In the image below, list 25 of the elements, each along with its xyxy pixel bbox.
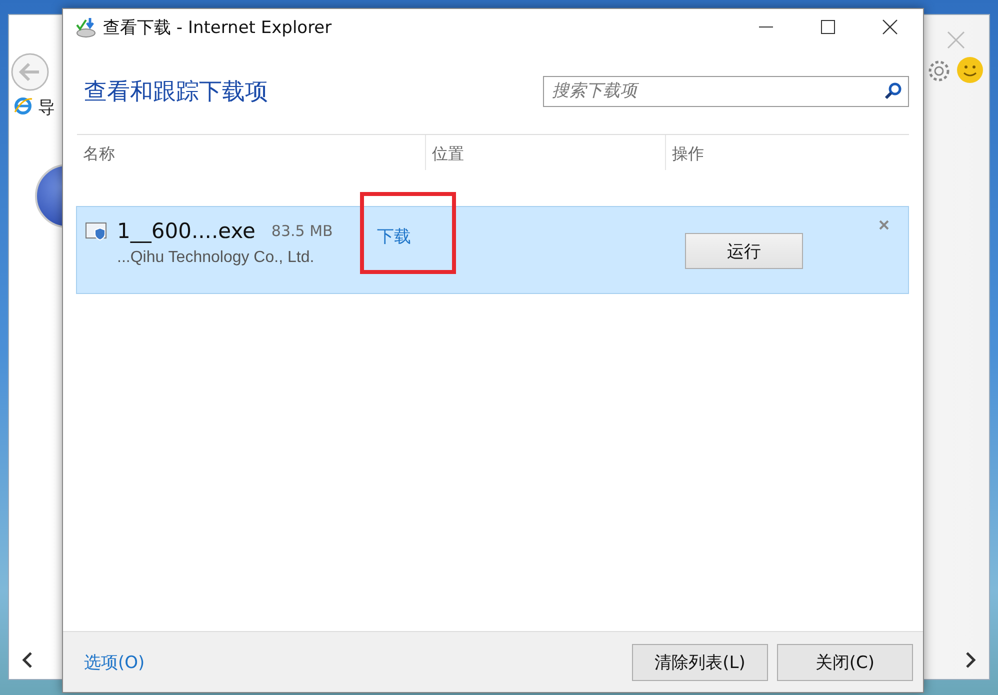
column-header[interactable]: 操作 xyxy=(665,135,909,170)
download-app-icon xyxy=(75,16,97,38)
download-item[interactable]: 1__600....exe 83.5 MB ...Qihu Technology Co., Ltd. 下载 运行 xyxy=(76,206,909,294)
column-header[interactable]: 名称 xyxy=(77,135,425,170)
file-size: 83.5 MB xyxy=(271,222,333,240)
column-header[interactable]: 位置 xyxy=(425,135,665,170)
maximize-icon[interactable] xyxy=(820,19,836,35)
smiley-icon[interactable] xyxy=(956,56,984,84)
run-button[interactable]: 运行 xyxy=(685,233,803,269)
options-link[interactable]: 选项(O) xyxy=(84,650,623,674)
remove-icon[interactable] xyxy=(878,219,890,231)
clear-list-button[interactable]: 清除列表(L) xyxy=(632,644,768,680)
location-link[interactable]: 下载 xyxy=(377,225,411,248)
dialog-heading: 查看和跟踪下载项 xyxy=(84,78,268,106)
window-title: 查看下载 - Internet Explorer xyxy=(103,16,333,38)
search-icon[interactable] xyxy=(884,82,902,100)
file-shield-icon xyxy=(85,221,109,241)
settings-icon[interactable] xyxy=(926,58,952,84)
search-field[interactable]: 搜索下载项 xyxy=(543,76,909,106)
tab-label[interactable]: 导 xyxy=(38,96,55,119)
file-name: 1__600....exe xyxy=(117,219,256,243)
close-dialog-button[interactable]: 关闭(C) xyxy=(777,644,913,680)
browser-logo-icon xyxy=(13,96,33,116)
publisher-name: ...Qihu Technology Co., Ltd. xyxy=(117,249,316,267)
close-icon[interactable] xyxy=(882,19,898,35)
